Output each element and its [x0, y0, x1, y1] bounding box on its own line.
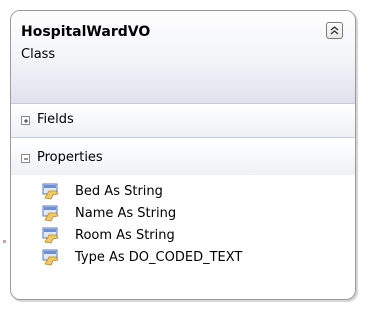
class-name: HospitalWardVO: [21, 24, 151, 40]
minus-box-icon: [24, 158, 28, 160]
property-icon: [42, 249, 59, 266]
property-item-type[interactable]: Type As DO_CODED_TEXT: [41, 246, 242, 268]
property-text: Bed As String: [75, 183, 163, 199]
property-text: Name As String: [75, 205, 177, 221]
property-icon: [42, 227, 59, 244]
class-header[interactable]: HospitalWardVO Class: [11, 11, 355, 104]
properties-label: Properties: [37, 150, 103, 165]
class-shape[interactable]: HospitalWardVO Class Fields Properties B…: [10, 10, 356, 300]
double-chevron-up-icon: [330, 26, 339, 35]
plus-box-icon: [24, 119, 28, 123]
class-kind: Class: [21, 47, 56, 62]
property-item-name[interactable]: Name As String: [41, 202, 176, 224]
property-icon: [42, 183, 59, 200]
decorative-mark: [3, 240, 6, 243]
expand-fields-toggle[interactable]: [21, 116, 30, 125]
property-item-room[interactable]: Room As String: [41, 224, 175, 246]
fields-compartment[interactable]: Fields: [11, 104, 355, 138]
properties-compartment[interactable]: Properties: [11, 142, 355, 175]
collapse-properties-toggle[interactable]: [21, 154, 30, 163]
property-text: Type As DO_CODED_TEXT: [75, 249, 243, 265]
property-icon: [42, 205, 59, 222]
property-item-bed[interactable]: Bed As String: [41, 180, 163, 202]
collapse-button[interactable]: [326, 22, 343, 39]
fields-label: Fields: [37, 112, 74, 127]
property-text: Room As String: [75, 227, 175, 243]
